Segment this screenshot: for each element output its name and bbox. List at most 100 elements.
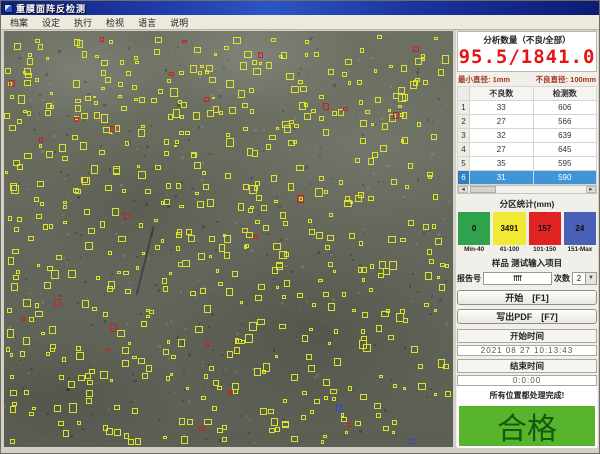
menu-item-0[interactable]: 档案 [3,15,35,30]
defect-marker-yellow [87,380,92,385]
table-corner [458,87,470,101]
noise-dark-dot [180,352,182,354]
noise-light-dot [194,198,196,199]
defect-marker-yellow [360,138,366,144]
defect-marker-yellow [141,321,147,327]
noise-light-dot [328,38,330,39]
noise-dark-dot [298,72,300,74]
defect-marker-yellow [186,229,192,235]
defect-marker-yellow [433,194,438,199]
scroll-track[interactable] [468,186,586,193]
report-no-input[interactable] [483,272,552,285]
table-row[interactable]: 227566 [458,115,597,129]
defect-marker-yellow [300,86,307,92]
defect-marker-yellow [299,102,306,109]
defect-marker-yellow [311,109,316,113]
noise-dark-dot [281,348,283,350]
noise-dark-dot [246,303,248,305]
menu-item-5[interactable]: 说明 [163,15,195,30]
table-cell: 595 [533,157,597,171]
menu-bar: 档案设定执行检视语言说明 [1,15,599,30]
noise-light-dot [330,126,331,127]
noise-dark-dot [254,284,255,285]
noise-dark-dot [212,313,214,316]
export-pdf-button[interactable]: 写出PDF [F7] [457,309,597,324]
defect-marker-yellow [118,95,122,99]
noise-light-dot [410,300,412,302]
noise-dark-dot [375,124,377,125]
menu-item-1[interactable]: 设定 [35,15,67,30]
table-row[interactable]: 535595 [458,157,597,171]
defect-marker-yellow [125,289,131,294]
noise-dark-dot [183,369,185,371]
count-dropdown[interactable]: 2 ▼ [572,272,597,285]
defect-marker-yellow [255,220,260,224]
noise-light-dot [309,149,311,150]
defect-marker-yellow [276,286,280,289]
noise-light-dot [129,282,131,284]
noise-dark-dot [23,123,24,124]
defect-marker-yellow [257,319,264,326]
menu-item-3[interactable]: 检视 [99,15,131,30]
chevron-down-icon[interactable]: ▼ [585,273,596,284]
table-cell: 27 [470,143,534,157]
noise-light-dot [203,127,204,128]
defect-marker-yellow [41,332,45,335]
defect-marker-yellow [137,165,140,169]
defect-marker-yellow [14,227,20,232]
defect-marker-yellow [10,353,13,356]
defect-marker-red [393,112,400,119]
defect-marker-yellow [434,393,438,396]
defect-marker-yellow [56,255,62,261]
noise-light-dot [241,319,243,321]
noise-light-dot [202,365,204,367]
defect-marker-yellow [362,312,368,318]
menu-item-2[interactable]: 执行 [67,15,99,30]
defect-marker-yellow [225,173,231,178]
noise-light-dot [419,231,420,232]
noise-light-dot [437,233,440,236]
defect-marker-red [110,324,117,332]
defect-marker-yellow [155,165,161,170]
scroll-left-icon[interactable]: ◄ [458,186,468,193]
defect-marker-yellow [10,95,15,99]
defect-marker-yellow [345,59,352,65]
table-row[interactable]: 133606 [458,101,597,115]
defect-marker-yellow [179,418,186,425]
noise-dark-dot [151,233,154,236]
noise-light-dot [259,88,261,89]
noise-light-dot [314,149,316,151]
noise-dark-dot [18,57,21,60]
noise-light-dot [219,89,222,92]
scroll-thumb[interactable] [470,186,496,193]
start-button[interactable]: 开始 [F1] [457,290,597,305]
table-row[interactable]: 332639 [458,129,597,143]
defect-marker-yellow [5,171,8,174]
noise-light-dot [145,306,146,307]
defect-marker-yellow [226,80,234,88]
noise-dark-dot [300,331,301,332]
defect-marker-yellow [305,53,308,57]
table-row[interactable]: 427645 [458,143,597,157]
defect-marker-yellow [380,145,387,152]
noise-light-dot [332,298,335,301]
defect-marker-yellow [435,238,442,245]
noise-dark-dot [109,168,112,171]
defect-marker-yellow [282,422,289,428]
defect-marker-yellow [11,283,18,291]
defect-marker-yellow [417,122,422,127]
noise-dark-dot [134,380,137,382]
table-row[interactable]: 631590 [458,171,597,185]
noise-dark-dot [371,66,372,67]
table-hscrollbar[interactable]: ◄ ► [457,185,597,194]
noise-light-dot [201,179,204,181]
defect-marker-yellow [101,114,108,123]
menu-item-4[interactable]: 语言 [131,15,163,30]
noise-dark-dot [105,206,107,208]
defect-marker-yellow [146,365,152,372]
noise-dark-dot [128,47,131,50]
defect-marker-yellow [258,284,265,290]
scroll-right-icon[interactable]: ► [586,186,596,193]
defect-marker-yellow [35,39,39,43]
defect-marker-yellow [273,243,281,251]
